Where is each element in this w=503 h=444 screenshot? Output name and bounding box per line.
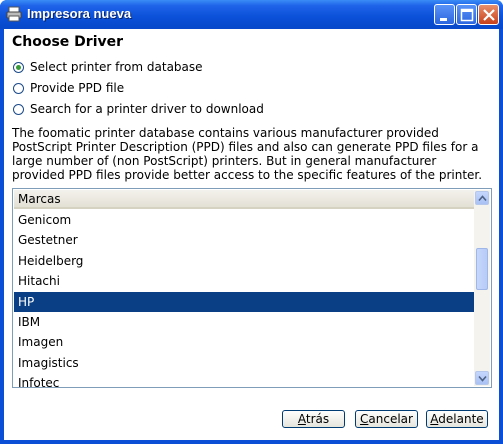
scroll-down-button[interactable]: [475, 371, 489, 385]
close-button[interactable]: [478, 4, 499, 25]
page-title: Choose Driver: [12, 34, 124, 50]
printer-icon: [6, 6, 22, 22]
forward-label: delante: [438, 412, 484, 426]
list-column-header[interactable]: Marcas: [14, 190, 474, 209]
list-item[interactable]: Genicom: [14, 210, 474, 230]
maximize-button[interactable]: [456, 4, 477, 25]
forward-button[interactable]: Adelante: [426, 410, 488, 428]
list-item[interactable]: IBM: [14, 312, 474, 332]
scroll-up-button[interactable]: [475, 191, 489, 205]
list-item[interactable]: Imagen: [14, 332, 474, 352]
radio-select-from-database[interactable]: Select printer from database: [13, 59, 203, 75]
minimize-button[interactable]: [434, 4, 455, 25]
back-label: trás: [305, 412, 330, 426]
dialog-window: Impresora nueva Choose Driver Select pri…: [0, 0, 503, 444]
list-item-selected[interactable]: HP: [14, 291, 474, 312]
back-button[interactable]: Atrás: [282, 410, 345, 428]
list-item[interactable]: Imagistics: [14, 353, 474, 373]
dialog-content: Choose Driver Select printer from databa…: [4, 29, 499, 440]
radio-label: Provide PPD file: [30, 81, 125, 95]
list-item[interactable]: Hitachi: [14, 271, 474, 291]
manufacturer-list[interactable]: Marcas Genicom Gestetner Heidelberg Hita…: [12, 188, 492, 388]
window-title: Impresora nueva: [27, 6, 132, 21]
cancel-button[interactable]: Cancelar: [355, 410, 418, 428]
radio-button[interactable]: [13, 82, 24, 94]
cancel-label: ancelar: [368, 412, 413, 426]
radio-label: Select printer from database: [30, 60, 203, 74]
radio-button-checked[interactable]: [13, 61, 24, 73]
title-bar[interactable]: Impresora nueva: [0, 0, 503, 29]
radio-button[interactable]: [13, 103, 24, 115]
scroll-thumb[interactable]: [476, 248, 488, 290]
list-item[interactable]: Heidelberg: [14, 251, 474, 271]
description-text: The foomatic printer database contains v…: [12, 126, 483, 182]
radio-label: Search for a printer driver to download: [30, 102, 264, 116]
radio-provide-ppd[interactable]: Provide PPD file: [13, 80, 124, 96]
radio-search-driver[interactable]: Search for a printer driver to download: [13, 101, 264, 117]
list-item[interactable]: Infotec: [14, 373, 474, 387]
back-mnemonic: A: [297, 412, 306, 426]
list-body[interactable]: Genicom Gestetner Heidelberg Hitachi HP …: [14, 210, 474, 387]
list-item[interactable]: Gestetner: [14, 230, 474, 250]
vertical-scrollbar[interactable]: [474, 190, 490, 386]
